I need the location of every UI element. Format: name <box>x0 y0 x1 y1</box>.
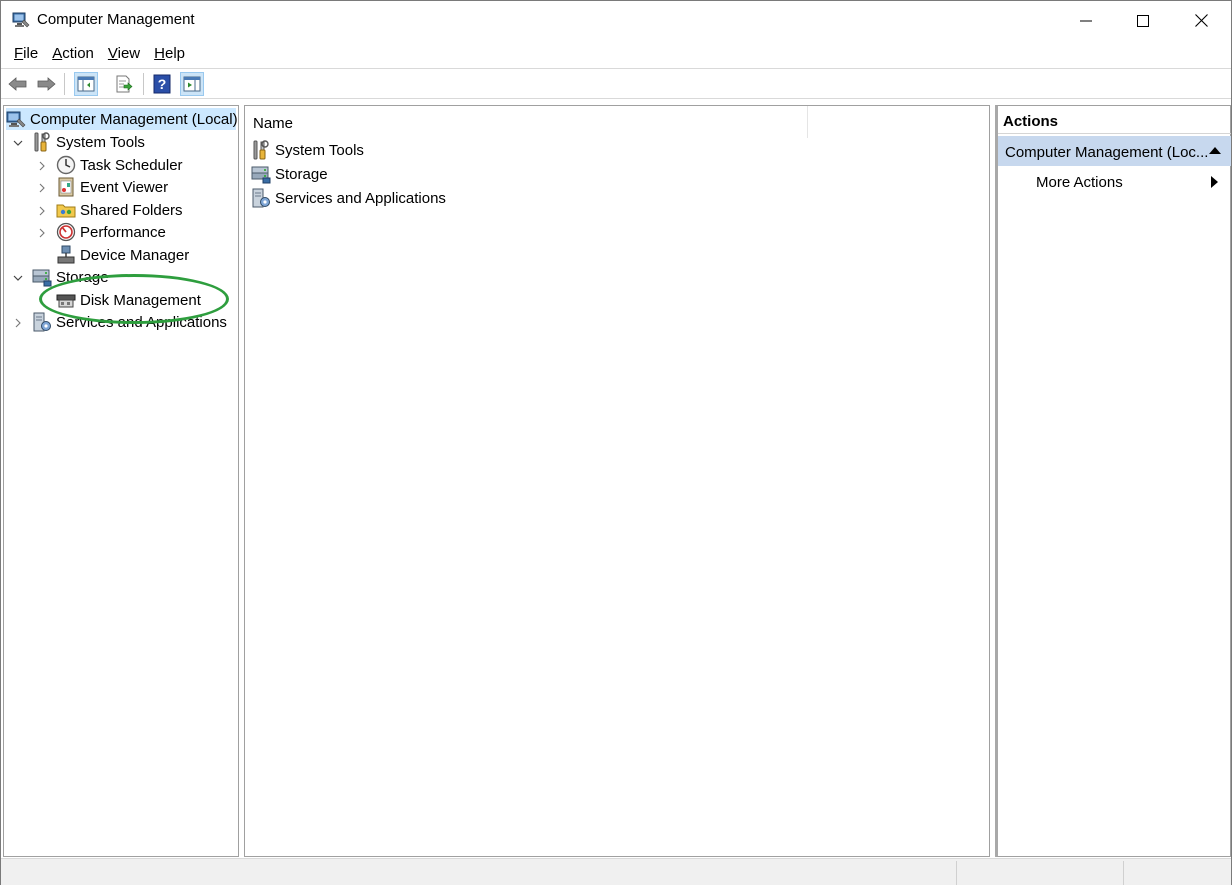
forward-arrow-icon <box>37 77 56 91</box>
collapse-triangle-icon <box>1209 147 1221 154</box>
tree-label: Event Viewer <box>80 178 169 196</box>
chevron-right-icon[interactable] <box>13 318 23 328</box>
menu-view[interactable]: View <box>101 41 147 67</box>
menu-file[interactable]: File <box>7 41 45 67</box>
actions-section-label: Computer Management (Loc... <box>1005 144 1209 161</box>
tree-item-storage[interactable]: Storage <box>32 266 109 288</box>
system-tools-icon <box>253 140 269 160</box>
export-list-icon <box>116 75 133 93</box>
list-item-label: Storage <box>275 165 328 183</box>
show-hide-console-tree-icon <box>77 76 95 92</box>
status-bar <box>1 858 1231 885</box>
back-arrow-icon <box>8 77 27 91</box>
more-actions-link[interactable]: More Actions <box>1036 174 1123 191</box>
toolbar: ? <box>1 68 1231 99</box>
show-hide-action-pane-icon <box>183 76 201 92</box>
device-manager-icon <box>57 245 75 264</box>
services-icon <box>252 188 270 208</box>
help-button[interactable]: ? <box>150 72 174 96</box>
services-icon <box>33 312 51 332</box>
tree-item-disk-management[interactable]: Disk Management <box>56 289 201 311</box>
tree-item-task-scheduler[interactable]: Task Scheduler <box>56 154 183 176</box>
tree-item-services-and-applications[interactable]: Services and Applications <box>32 311 227 333</box>
tree-label: Storage <box>56 268 109 286</box>
list-item-storage[interactable]: Storage <box>251 162 328 186</box>
close-button[interactable] <box>1172 1 1230 40</box>
clock-icon <box>56 155 76 175</box>
minimize-button[interactable] <box>1057 1 1115 40</box>
actions-section-header[interactable]: Computer Management (Loc... <box>998 136 1231 166</box>
list-item-label: Services and Applications <box>275 189 446 207</box>
tree-item-shared-folders[interactable]: Shared Folders <box>56 199 183 221</box>
event-viewer-icon <box>58 177 74 197</box>
results-pane: Name System Tools Storage Services and A… <box>244 105 990 857</box>
status-separator <box>1123 861 1124 885</box>
tree-item-computer-management[interactable]: Computer Management (Local) <box>6 108 238 130</box>
forward-button[interactable] <box>34 72 58 96</box>
tree-label: Shared Folders <box>80 201 183 219</box>
menu-help[interactable]: Help <box>147 41 192 67</box>
shared-folder-icon <box>56 204 76 218</box>
actions-pane: Actions Computer Management (Loc... More… <box>995 105 1231 857</box>
status-separator <box>956 861 957 885</box>
chevron-right-icon[interactable] <box>37 161 47 171</box>
computer-management-icon <box>6 111 26 128</box>
computer-management-window: Computer Management File Action View Hel… <box>0 0 1232 885</box>
chevron-right-icon[interactable] <box>37 228 47 238</box>
storage-icon <box>32 269 52 287</box>
tree-label: Performance <box>80 223 166 241</box>
list-item-system-tools[interactable]: System Tools <box>251 138 364 162</box>
toolbar-separator <box>143 73 144 95</box>
chevron-down-icon[interactable] <box>13 138 23 148</box>
list-item-services-and-applications[interactable]: Services and Applications <box>251 186 446 210</box>
show-hide-console-tree-button[interactable] <box>74 72 98 96</box>
chevron-right-icon[interactable] <box>37 183 47 193</box>
show-hide-action-pane-button[interactable] <box>180 72 204 96</box>
export-list-button[interactable] <box>112 72 136 96</box>
storage-icon <box>251 166 271 184</box>
tree-label: Computer Management (Local) <box>30 110 238 128</box>
tree-label: System Tools <box>56 133 145 151</box>
performance-icon <box>56 222 76 242</box>
help-icon: ? <box>153 74 171 94</box>
minimize-icon <box>1080 20 1092 21</box>
menu-action[interactable]: Action <box>45 41 101 67</box>
column-header-label: Name <box>253 115 294 132</box>
chevron-right-icon[interactable] <box>37 206 47 216</box>
tree-label: Task Scheduler <box>80 156 183 174</box>
tree-item-device-manager[interactable]: Device Manager <box>56 244 189 266</box>
svg-text:?: ? <box>158 76 167 92</box>
submenu-arrow-icon <box>1211 176 1218 188</box>
column-header-name[interactable]: Name <box>245 106 989 138</box>
tree-item-event-viewer[interactable]: Event Viewer <box>56 176 168 198</box>
tree-item-system-tools[interactable]: System Tools <box>32 131 145 153</box>
window-title: Computer Management <box>37 11 195 28</box>
column-divider[interactable] <box>807 106 808 138</box>
tree-label: Device Manager <box>80 246 190 264</box>
disk-management-icon <box>56 294 76 308</box>
tree-item-performance[interactable]: Performance <box>56 221 166 243</box>
console-tree-pane: Computer Management (Local) System Tools… <box>3 105 239 857</box>
system-tools-icon <box>34 132 50 152</box>
back-button[interactable] <box>6 72 30 96</box>
computer-management-app-icon <box>12 12 30 28</box>
maximize-icon <box>1137 14 1149 27</box>
close-icon <box>1194 14 1208 27</box>
actions-title: Actions <box>998 106 1231 134</box>
tree-label: Services and Applications <box>56 313 227 331</box>
toolbar-separator <box>64 73 65 95</box>
tree-label: Disk Management <box>80 291 201 309</box>
menu-bar: File Action View Help <box>1 41 192 67</box>
maximize-button[interactable] <box>1114 1 1172 40</box>
list-item-label: System Tools <box>275 141 364 159</box>
title-bar: Computer Management <box>1 1 1231 40</box>
chevron-down-icon[interactable] <box>13 273 23 283</box>
